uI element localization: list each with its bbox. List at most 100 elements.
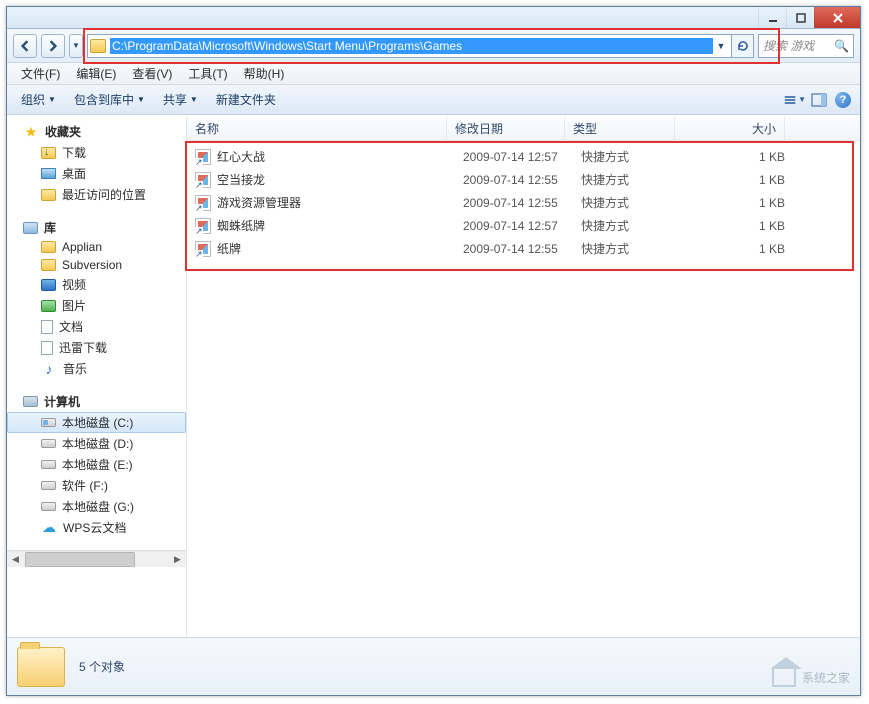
file-name: 红心大战 (217, 148, 463, 165)
scroll-thumb[interactable] (25, 552, 135, 567)
file-row[interactable]: 蜘蛛纸牌 2009-07-14 12:57 快捷方式 1 KB (187, 214, 860, 237)
share-button[interactable]: 共享▼ (155, 88, 206, 111)
file-name: 纸牌 (217, 240, 463, 257)
sidebar-item-drive-f[interactable]: 软件 (F:) (7, 475, 186, 496)
help-button[interactable]: ? (832, 89, 854, 111)
file-row[interactable]: 游戏资源管理器 2009-07-14 12:55 快捷方式 1 KB (187, 191, 860, 214)
nav-history-dropdown[interactable]: ▼ (69, 34, 83, 58)
sidebar-item-documents[interactable]: 文档 (7, 316, 186, 337)
include-label: 包含到库中 (74, 91, 134, 108)
sidebar-item-applian[interactable]: Applian (7, 238, 186, 256)
sidebar-item-drive-d[interactable]: 本地磁盘 (D:) (7, 433, 186, 454)
sidebar-item-label: 下载 (62, 144, 86, 161)
file-row[interactable]: 纸牌 2009-07-14 12:55 快捷方式 1 KB (187, 237, 860, 260)
sidebar-item-label: 本地磁盘 (C:) (62, 414, 133, 431)
folder-icon (41, 259, 56, 271)
file-date: 2009-07-14 12:57 (463, 150, 581, 164)
favorites-label: 收藏夹 (45, 123, 81, 140)
sidebar-group-libraries: 库 Applian Subversion 视频 图片 文档 迅雷下载 ♪音乐 (7, 217, 186, 379)
address-bar-wrap: ▼ (87, 34, 754, 58)
watermark-text: 系统之家 (802, 669, 850, 686)
sidebar-item-label: 软件 (F:) (62, 477, 108, 494)
close-button[interactable] (814, 7, 860, 28)
sidebar-item-subversion[interactable]: Subversion (7, 256, 186, 274)
sidebar-item-downloads[interactable]: 下载 (7, 142, 186, 163)
back-button[interactable] (13, 34, 37, 58)
shortcut-icon (195, 195, 211, 211)
scroll-left-icon[interactable]: ◀ (7, 551, 24, 567)
share-label: 共享 (163, 91, 187, 108)
libraries-label: 库 (44, 219, 56, 236)
file-row[interactable]: 红心大战 2009-07-14 12:57 快捷方式 1 KB (187, 145, 860, 168)
menubar: 文件(F) 编辑(E) 查看(V) 工具(T) 帮助(H) (7, 63, 860, 85)
file-size: 1 KB (691, 150, 801, 164)
new-folder-button[interactable]: 新建文件夹 (208, 88, 284, 111)
sidebar-group-computer: 计算机 本地磁盘 (C:) 本地磁盘 (D:) 本地磁盘 (E:) 软件 (F:… (7, 391, 186, 538)
address-bar[interactable]: ▼ (87, 34, 732, 58)
col-size[interactable]: 大小 (675, 117, 785, 140)
sidebar-item-recent[interactable]: 最近访问的位置 (7, 184, 186, 205)
address-input[interactable] (110, 38, 713, 54)
music-icon: ♪ (41, 361, 57, 377)
shortcut-icon (195, 172, 211, 188)
sidebar-item-wps-cloud[interactable]: ☁WPS云文档 (7, 517, 186, 538)
file-size: 1 KB (691, 173, 801, 187)
shortcut-icon (195, 241, 211, 257)
menu-edit[interactable]: 编辑(E) (68, 63, 124, 84)
sidebar-item-label: WPS云文档 (63, 519, 126, 536)
file-row[interactable]: 空当接龙 2009-07-14 12:55 快捷方式 1 KB (187, 168, 860, 191)
titlebar (7, 7, 860, 29)
file-date: 2009-07-14 12:57 (463, 219, 581, 233)
search-icon: 🔍 (834, 39, 849, 53)
drive-icon (41, 418, 56, 427)
include-library-button[interactable]: 包含到库中▼ (66, 88, 153, 111)
address-dropdown-icon[interactable]: ▼ (713, 41, 729, 51)
menu-tools[interactable]: 工具(T) (180, 63, 235, 84)
sidebar-item-thunder[interactable]: 迅雷下载 (7, 337, 186, 358)
folder-icon (41, 241, 56, 253)
house-icon (772, 667, 796, 687)
menu-view[interactable]: 查看(V) (124, 63, 180, 84)
sidebar[interactable]: ★收藏夹 下载 桌面 最近访问的位置 库 Applian Subversion … (7, 117, 187, 637)
preview-pane-button[interactable] (808, 89, 830, 111)
sidebar-item-label: 文档 (59, 318, 83, 335)
organize-button[interactable]: 组织▼ (13, 88, 64, 111)
sidebar-item-videos[interactable]: 视频 (7, 274, 186, 295)
col-type[interactable]: 类型 (565, 117, 675, 140)
view-options-button[interactable]: ▼ (784, 89, 806, 111)
sidebar-item-drive-e[interactable]: 本地磁盘 (E:) (7, 454, 186, 475)
sidebar-item-pictures[interactable]: 图片 (7, 295, 186, 316)
sidebar-item-drive-c[interactable]: 本地磁盘 (C:) (7, 412, 186, 433)
sidebar-hscrollbar[interactable]: ◀ ▶ (7, 550, 186, 567)
file-type: 快捷方式 (581, 148, 691, 165)
sidebar-item-desktop[interactable]: 桌面 (7, 163, 186, 184)
menu-file[interactable]: 文件(F) (13, 63, 68, 84)
nav-row: ▼ ▼ 搜索 游戏 🔍 (7, 29, 860, 63)
scroll-right-icon[interactable]: ▶ (169, 551, 186, 567)
col-date[interactable]: 修改日期 (447, 117, 565, 140)
menu-help[interactable]: 帮助(H) (236, 63, 293, 84)
col-name[interactable]: 名称 (187, 117, 447, 140)
sidebar-item-drive-g[interactable]: 本地磁盘 (G:) (7, 496, 186, 517)
chevron-down-icon: ▼ (48, 95, 56, 104)
sidebar-head-favorites[interactable]: ★收藏夹 (7, 121, 186, 142)
sidebar-item-music[interactable]: ♪音乐 (7, 358, 186, 379)
minimize-button[interactable] (758, 7, 786, 28)
forward-button[interactable] (41, 34, 65, 58)
sidebar-head-computer[interactable]: 计算机 (7, 391, 186, 412)
refresh-button[interactable] (732, 34, 754, 58)
chevron-down-icon: ▼ (190, 95, 198, 104)
organize-label: 组织 (21, 91, 45, 108)
shortcut-icon (195, 149, 211, 165)
sidebar-item-label: 视频 (62, 276, 86, 293)
file-date: 2009-07-14 12:55 (463, 196, 581, 210)
explorer-window: ▼ ▼ 搜索 游戏 🔍 文件(F) 编辑(E) 查看(V) 工具(T) (6, 6, 861, 696)
sidebar-item-label: 本地磁盘 (G:) (62, 498, 134, 515)
help-icon: ? (835, 92, 851, 108)
maximize-button[interactable] (786, 7, 814, 28)
drive-icon (41, 439, 56, 448)
search-box[interactable]: 搜索 游戏 🔍 (758, 34, 854, 58)
downloads-icon (41, 147, 56, 159)
sidebar-item-label: 本地磁盘 (E:) (62, 456, 133, 473)
sidebar-head-libraries[interactable]: 库 (7, 217, 186, 238)
